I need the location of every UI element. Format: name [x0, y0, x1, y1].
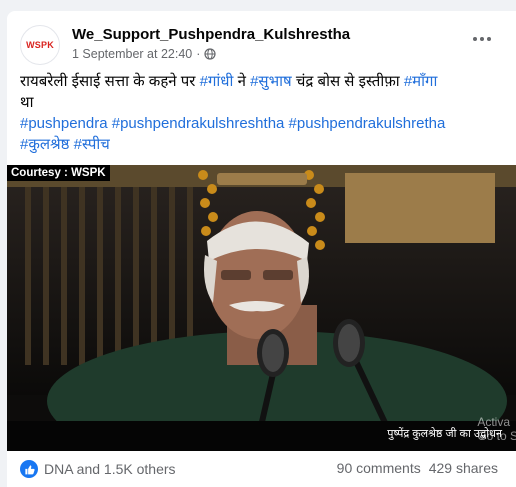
comments-count-link[interactable]: 90 comments	[337, 460, 421, 476]
like-icon	[20, 460, 38, 478]
post-card: WSPK We_Support_Pushpendra_Kulshrestha 1…	[7, 11, 516, 487]
text-segment: रायबरेली ईसाई सत्ता के कहने पर	[20, 73, 200, 90]
hashtag-link[interactable]: #स्पीच	[74, 136, 110, 153]
text-segment: चंद्र बोस से इस्तीफ़ा	[291, 73, 404, 90]
hashtag-link[interactable]: #कुलश्रेष्ठ	[20, 136, 70, 153]
watermark-line-1: Activa	[477, 415, 510, 429]
post-header: WSPK We_Support_Pushpendra_Kulshrestha 1…	[20, 25, 500, 69]
hashtag-link[interactable]: #माँगा	[404, 73, 438, 90]
hashtag-link[interactable]: #गांधी	[200, 73, 234, 90]
video-player[interactable]: Courtesy : WSPK पुष्पेंद्र कुलश्रेष्ठ जी…	[7, 165, 516, 451]
activate-windows-watermark: Activa Go to S	[477, 415, 516, 443]
watermark-line-2: Go to S	[477, 429, 516, 443]
video-courtesy-label: Courtesy : WSPK	[7, 165, 110, 181]
page-avatar[interactable]: WSPK	[20, 25, 60, 65]
hashtag-link[interactable]: #pushpendrakulshreshtha	[112, 115, 285, 132]
avatar-logo-text: WSPK	[26, 40, 54, 50]
video-frame-image	[7, 165, 516, 451]
text-segment: ने	[233, 73, 251, 90]
post-text-line-3: #pushpendra #pushpendrakulshreshtha #pus…	[20, 113, 500, 134]
post-footer: DNA and 1.5K others 90 comments 429 share…	[20, 459, 510, 481]
post-text-line-4: #कुलश्रेष्ठ #स्पीच	[20, 134, 500, 155]
reactions-summary[interactable]: DNA and 1.5K others	[20, 460, 176, 478]
post-message: रायबरेली ईसाई सत्ता के कहने पर #गांधी ने…	[20, 71, 500, 155]
post-text-line-2: था	[20, 94, 34, 111]
globe-icon	[204, 48, 217, 60]
hashtag-link[interactable]: #सुभाष	[250, 73, 292, 90]
post-timestamp[interactable]: 1 September at 22:40	[72, 47, 192, 61]
shares-count-link[interactable]: 429 shares	[429, 460, 498, 476]
engagement-counts: 90 comments 429 shares	[337, 460, 498, 476]
post-text-line-1: रायबरेली ईसाई सत्ता के कहने पर #गांधी ने…	[20, 71, 500, 92]
reactions-count: DNA and 1.5K others	[44, 461, 176, 477]
meta-separator: ·	[196, 47, 201, 61]
page-name-link[interactable]: We_Support_Pushpendra_Kulshrestha	[72, 26, 350, 43]
post-meta: 1 September at 22:40 ·	[72, 47, 217, 61]
hashtag-link[interactable]: #pushpendra	[20, 115, 108, 132]
more-options-icon[interactable]	[470, 31, 494, 47]
hashtag-link[interactable]: #pushpendrakulshretha	[289, 115, 446, 132]
